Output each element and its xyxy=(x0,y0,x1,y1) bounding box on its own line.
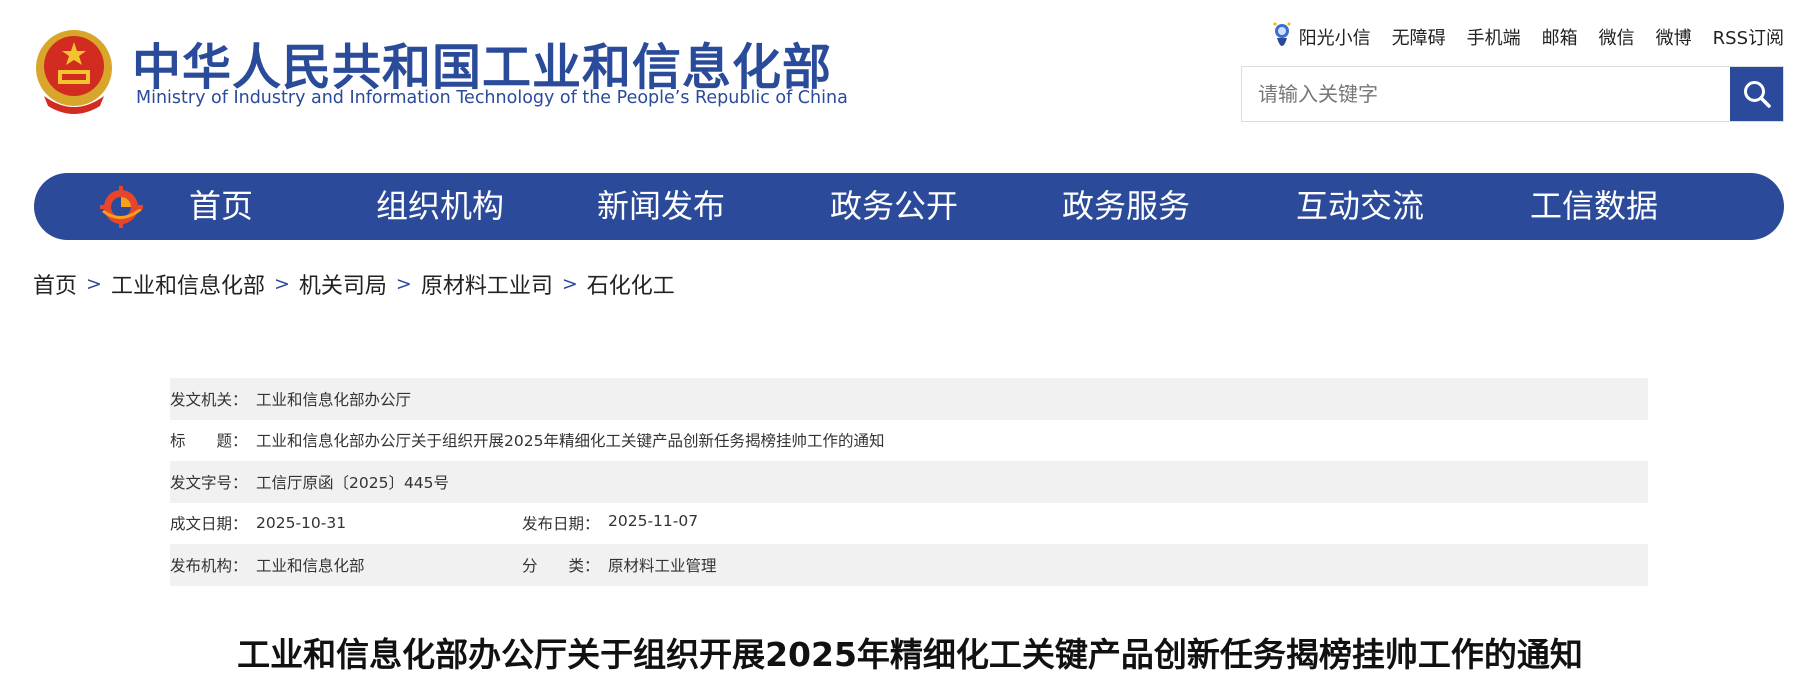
meta-row-dates: 成文日期： 2025-10-31 发布日期： 2025-11-07 xyxy=(170,503,1648,545)
meta-label: 分 类： xyxy=(522,556,600,575)
breadcrumb: 首页 > 工业和信息化部 > 机关司局 > 原材料工业司 > 石化化工 xyxy=(33,268,675,300)
nav-home[interactable]: 首页 xyxy=(189,173,253,240)
breadcrumb-ministry[interactable]: 工业和信息化部 xyxy=(111,268,265,300)
site-header: 中华人民共和国工业和信息化部 Ministry of Industry and … xyxy=(0,0,1820,160)
meta-docno: 工信厅原函〔2025〕445号 xyxy=(256,473,450,492)
meta-label: 标 题： xyxy=(170,432,248,451)
meta-label: 发文机关： xyxy=(170,390,248,409)
meta-row-issuer: 发文机关： 工业和信息化部办公厅 xyxy=(170,378,1648,420)
link-sunshine[interactable]: 阳光小信 xyxy=(1299,24,1371,50)
breadcrumb-raw-materials[interactable]: 原材料工业司 xyxy=(421,268,553,300)
sunshine-mascot-icon[interactable] xyxy=(1271,20,1293,54)
link-mobile[interactable]: 手机端 xyxy=(1467,24,1521,50)
document-title: 工业和信息化部办公厅关于组织开展2025年精细化工关键产品创新任务揭榜挂帅工作的… xyxy=(237,635,1583,674)
meta-label: 发布日期： xyxy=(522,515,600,534)
nav-interaction[interactable]: 互动交流 xyxy=(1296,173,1424,240)
nav-gov-services[interactable]: 政务服务 xyxy=(1062,173,1190,240)
meta-issuer: 工业和信息化部办公厅 xyxy=(256,390,412,409)
meta-written-date: 2025-10-31 xyxy=(256,514,347,533)
meta-label: 发文字号： xyxy=(170,473,248,492)
breadcrumb-separator: > xyxy=(86,273,102,295)
meta-published-date: 2025-11-07 xyxy=(608,512,699,531)
search-icon xyxy=(1743,81,1771,108)
search-input[interactable] xyxy=(1242,67,1724,121)
link-wechat[interactable]: 微信 xyxy=(1599,24,1635,50)
meta-label: 发布机构： xyxy=(170,556,248,575)
breadcrumb-home[interactable]: 首页 xyxy=(33,268,77,300)
search-box xyxy=(1241,66,1784,122)
nav-news[interactable]: 新闻发布 xyxy=(597,173,725,240)
nav-organization[interactable]: 组织机构 xyxy=(376,173,504,240)
link-mail[interactable]: 邮箱 xyxy=(1542,24,1578,50)
main-nav: 首页 组织机构 新闻发布 政务公开 政务服务 互动交流 工信数据 xyxy=(34,173,1784,240)
miit-logo-icon[interactable] xyxy=(99,185,145,229)
link-weibo[interactable]: 微博 xyxy=(1656,24,1692,50)
breadcrumb-separator: > xyxy=(561,273,578,295)
meta-org: 工业和信息化部 xyxy=(256,556,365,575)
breadcrumb-petrochemical[interactable]: 石化化工 xyxy=(587,268,675,300)
meta-row-docno: 发文字号： 工信厅原函〔2025〕445号 xyxy=(170,461,1648,503)
meta-title: 工业和信息化部办公厅关于组织开展2025年精细化工关键产品创新任务揭榜挂帅工作的… xyxy=(256,432,885,451)
nav-data[interactable]: 工信数据 xyxy=(1530,173,1658,240)
meta-category-group: 分 类： 原材料工业管理 xyxy=(522,554,717,576)
meta-label: 成文日期： xyxy=(170,515,248,534)
link-rss[interactable]: RSS订阅 xyxy=(1713,24,1784,50)
nav-gov-affairs-public[interactable]: 政务公开 xyxy=(830,173,958,240)
meta-category: 原材料工业管理 xyxy=(608,556,717,575)
meta-row-title: 标 题： 工业和信息化部办公厅关于组织开展2025年精细化工关键产品创新任务揭榜… xyxy=(170,420,1648,462)
breadcrumb-separator: > xyxy=(273,273,290,295)
site-subtitle-en: Ministry of Industry and Information Tec… xyxy=(136,88,848,108)
top-links: 阳光小信 无障碍 手机端 邮箱 微信 微博 RSS订阅 xyxy=(1271,20,1784,54)
search-button[interactable] xyxy=(1730,67,1783,121)
meta-published-group: 发布日期： 2025-11-07 xyxy=(522,512,698,534)
meta-row-org: 发布机构： 工业和信息化部 分 类： 原材料工业管理 xyxy=(170,544,1648,586)
document-meta-table: 发文机关： 工业和信息化部办公厅 标 题： 工业和信息化部办公厅关于组织开展20… xyxy=(170,378,1648,586)
breadcrumb-departments[interactable]: 机关司局 xyxy=(299,268,387,300)
national-emblem-icon[interactable] xyxy=(32,26,116,116)
link-accessibility[interactable]: 无障碍 xyxy=(1392,24,1446,50)
breadcrumb-separator: > xyxy=(395,273,412,295)
